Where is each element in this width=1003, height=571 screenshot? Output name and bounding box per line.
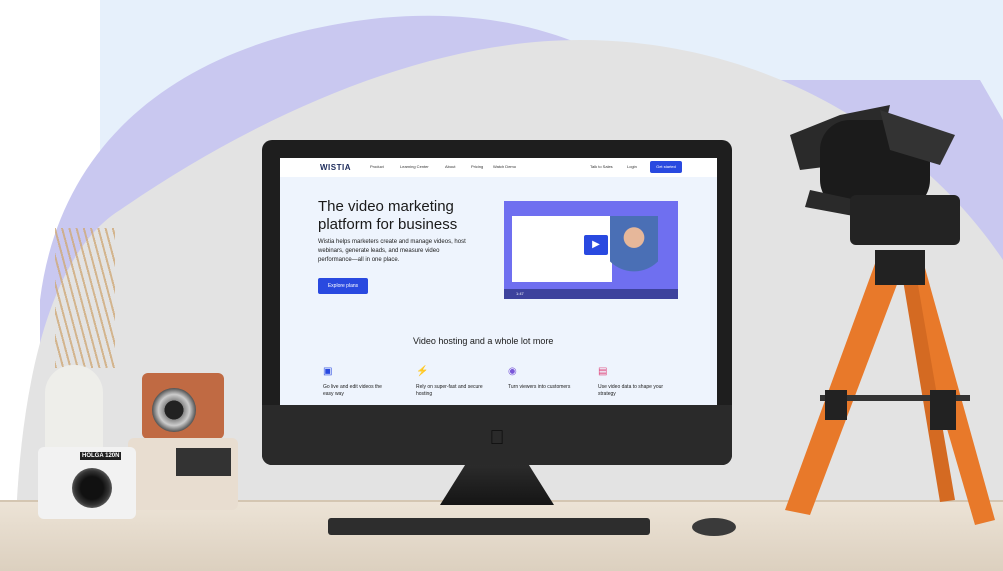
feature-text: Rely on super-fast and secure hosting xyxy=(416,384,483,397)
video-controls-bar[interactable] xyxy=(504,289,678,299)
holga-camera-lens xyxy=(72,468,112,508)
camera-icon: ▣ xyxy=(323,366,333,377)
wistia-logo[interactable]: WISTIA xyxy=(320,163,351,172)
radio-speaker-panel xyxy=(176,448,231,476)
apple-logo-icon:  xyxy=(488,428,506,448)
vase xyxy=(45,365,103,457)
play-icon[interactable]: ▶ xyxy=(584,235,608,255)
spotlight-lamp xyxy=(790,105,960,245)
feature-text: Turn viewers into customers xyxy=(508,384,571,390)
eye-icon: ◉ xyxy=(508,366,517,377)
nav-watch-demo[interactable]: Watch Demo xyxy=(493,164,516,169)
nav-product[interactable]: Product xyxy=(370,164,384,169)
dried-grass xyxy=(55,228,115,368)
hero-body: Wistia helps marketers create and manage… xyxy=(318,239,466,263)
get-started-button[interactable]: Get started xyxy=(650,161,682,173)
video-timestamp: 1:47 xyxy=(516,291,524,296)
explore-plans-button[interactable]: Explore plans xyxy=(318,278,368,294)
keyboard xyxy=(328,518,650,535)
holga-label: HOLGA 120N xyxy=(80,452,122,460)
hero-title: The video marketing platform for busines… xyxy=(318,198,458,233)
feature-text: Use video data to shape your strategy xyxy=(598,384,664,397)
video-presenter xyxy=(610,216,658,288)
instant-camera-lens xyxy=(152,388,196,432)
section-title: Video hosting and a whole lot more xyxy=(413,336,554,346)
site-navbar: WISTIA Product Learning Center About Pri… xyxy=(280,158,717,177)
nav-about[interactable]: About xyxy=(445,164,455,169)
feature-text: Go live and edit videos the easy way xyxy=(323,384,382,397)
nav-login[interactable]: Login xyxy=(627,164,637,169)
bar-chart-icon: ▤ xyxy=(598,366,608,377)
lightning-icon: ⚡ xyxy=(416,366,429,377)
nav-learning-center[interactable]: Learning Center xyxy=(400,164,429,169)
nav-pricing[interactable]: Pricing xyxy=(471,164,483,169)
imac-screen: WISTIA Product Learning Center About Pri… xyxy=(280,158,717,405)
tripod xyxy=(785,250,995,525)
nav-talk-to-sales[interactable]: Talk to Sales xyxy=(590,164,613,169)
mouse xyxy=(692,518,736,536)
